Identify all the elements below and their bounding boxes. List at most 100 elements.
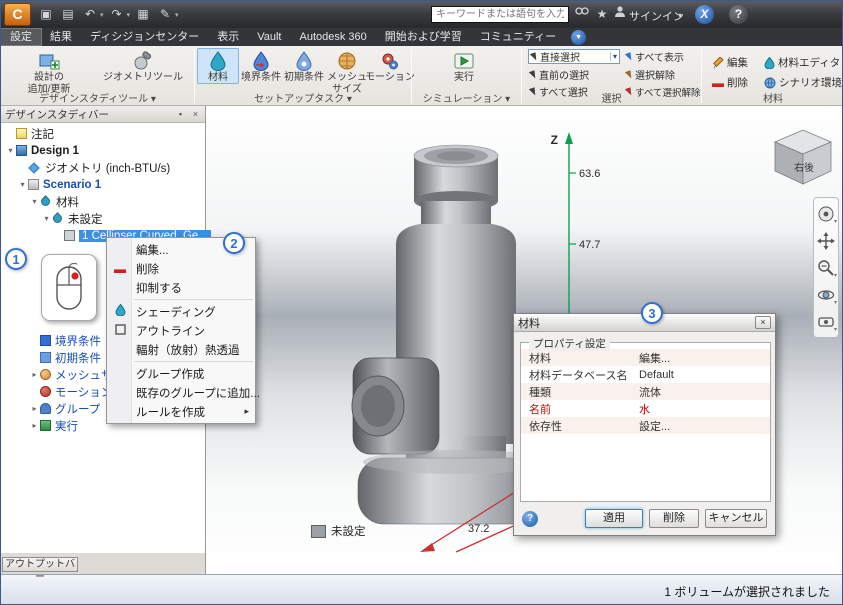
dialog-help-icon[interactable]: ? <box>522 511 538 527</box>
application-menu-button[interactable]: C <box>4 3 31 26</box>
menu-separator <box>134 361 253 362</box>
delete-material-button[interactable]: ▬ 削除 <box>712 75 748 90</box>
menu-item-suppress[interactable]: 抑制する <box>107 278 255 297</box>
view-cube[interactable]: 右後 <box>767 121 839 193</box>
close-panel-icon[interactable]: × <box>190 109 201 119</box>
apply-button[interactable]: 適用 <box>585 509 643 528</box>
menu-item-add-to-existing-group[interactable]: 既存のグループに追加... <box>107 383 260 402</box>
open-icon[interactable]: ▤ <box>59 5 77 24</box>
boundary-conditions-tree-icon <box>40 335 51 346</box>
previous-selection-button[interactable]: 直前の選択 <box>528 67 589 82</box>
property-row-database[interactable]: 材料データベース名 Default <box>521 366 770 383</box>
name-value[interactable]: 水 <box>639 401 650 417</box>
mesh-size-button[interactable]: メッシュ サイズ <box>326 48 368 96</box>
user-icon[interactable] <box>611 5 629 24</box>
cancel-button[interactable]: キャンセル <box>705 509 767 528</box>
tab-get-started[interactable]: 開始および学習 <box>376 29 471 45</box>
tab-results[interactable]: 結果 <box>41 29 81 45</box>
view-cube-face-label: 右後 <box>794 161 814 174</box>
boundary-conditions-button[interactable]: 境界条件 <box>240 48 282 84</box>
property-row-dependency[interactable]: 依存性 設定... <box>521 417 770 434</box>
mesh-size-label-1: メッシュ <box>327 72 367 83</box>
print-icon[interactable]: ▦ <box>134 5 152 24</box>
undo-icon[interactable]: ↶ <box>81 5 99 24</box>
undo-dropdown-icon[interactable]: ▾ <box>100 11 104 19</box>
geometry-tools-button[interactable]: ジオメトリツール <box>97 48 189 84</box>
pin-icon[interactable]: ▪ <box>175 109 186 119</box>
z-tick-47: 47.7 <box>579 239 600 251</box>
favorites-star-icon[interactable]: ★ <box>593 5 611 24</box>
save-icon[interactable]: ▣ <box>37 5 55 24</box>
tab-decision-center[interactable]: ディシジョンセンター <box>81 29 208 45</box>
show-all-button[interactable]: すべて表示 <box>624 49 684 64</box>
menu-item-create-group[interactable]: グループ作成 <box>107 364 255 383</box>
tree-item-design-1[interactable]: ▾ Design 1 <box>1 142 78 159</box>
deselect-button[interactable]: 選択解除 <box>624 67 675 82</box>
tree-item-unassigned[interactable]: ▾ 未設定 <box>1 210 103 227</box>
material-editor-button[interactable]: 材料エディタ <box>764 55 840 70</box>
zoom-button[interactable]: ▾ <box>815 255 837 280</box>
menu-item-create-rule[interactable]: ルールを作成 ▸ <box>107 402 255 421</box>
tree-item-scenario-1[interactable]: ▾ Scenario 1 <box>1 176 101 193</box>
tab-view[interactable]: 表示 <box>208 29 248 45</box>
edit-material-button[interactable]: 編集 <box>712 55 748 70</box>
menu-item-radiation-transparency[interactable]: 輻射（放射）熱透過 <box>107 340 255 359</box>
group-label-material[interactable]: 材料 <box>702 90 842 105</box>
help-icon[interactable]: ? <box>729 5 748 24</box>
tab-setup[interactable]: 設定 <box>1 28 42 46</box>
annotate-icon[interactable]: ✎ <box>156 5 174 24</box>
group-label-design-study-tools[interactable]: デザインスタディツール ▾ <box>1 90 194 105</box>
redo-dropdown-icon[interactable]: ▾ <box>127 11 131 19</box>
delete-button[interactable]: 削除 <box>649 509 699 528</box>
redo-icon[interactable]: ↷ <box>108 5 126 24</box>
tree-item-groups[interactable]: ▸ グループ <box>1 400 100 417</box>
orbit-button[interactable]: ▾ <box>815 282 837 307</box>
motion-button[interactable]: モーション <box>365 48 415 84</box>
pan-button[interactable] <box>815 228 837 253</box>
group-label-setup-tasks[interactable]: セットアップタスク ▾ <box>195 90 411 105</box>
tab-vault[interactable]: Vault <box>248 29 290 45</box>
type-value[interactable]: 流体 <box>639 384 661 400</box>
output-bar-button[interactable]: アウトプットバー <box>2 557 78 583</box>
dialog-close-icon[interactable]: × <box>755 316 771 329</box>
scenario-environment-button[interactable]: シナリオ環境 <box>764 75 842 90</box>
dependency-set-link[interactable]: 設定... <box>639 418 670 434</box>
direct-select-combobox[interactable]: 直接選択 ▾ <box>528 49 620 64</box>
exchange-apps-icon[interactable]: X <box>695 5 714 24</box>
navigation-wheel-button[interactable]: ▾ <box>815 201 837 226</box>
tree-item-materials[interactable]: ▾ 材料 <box>1 193 79 210</box>
look-at-button[interactable]: ▾ <box>815 309 837 334</box>
database-value[interactable]: Default <box>639 369 674 381</box>
add-update-design-button[interactable]: 設計の 追加/更新 <box>7 48 91 96</box>
search-input[interactable] <box>431 6 569 23</box>
tree-item-mesh-size[interactable]: ▸ メッシュサ... <box>1 366 122 383</box>
tree-item-run[interactable]: ▸ 実行 <box>1 417 78 434</box>
tab-autodesk-360[interactable]: Autodesk 360 <box>291 29 376 45</box>
property-row-name[interactable]: 名前水 <box>521 400 770 417</box>
material-edit-link[interactable]: 編集... <box>639 350 670 366</box>
signin-dropdown-icon[interactable]: ▾ <box>671 5 689 24</box>
run-simulation-button[interactable]: 実行 <box>440 48 488 84</box>
menu-item-shading[interactable]: シェーディング <box>107 302 255 321</box>
ribbon-overflow-button[interactable]: ▼ <box>571 29 587 45</box>
menu-item-outline[interactable]: アウトライン <box>107 321 255 340</box>
search-icon[interactable] <box>573 5 591 24</box>
groups-tree-icon <box>40 403 51 414</box>
tree-item-initial-conditions[interactable]: 初期条件 <box>1 349 101 366</box>
direct-select-label: 直接選択 <box>540 53 580 64</box>
tree-item-motion[interactable]: モーション <box>1 383 112 400</box>
tree-item-geometry[interactable]: ジオメトリ (inch-BTU/s) <box>1 159 170 176</box>
qat-customize-icon[interactable]: ▾ <box>175 11 179 19</box>
property-row-type[interactable]: 種類 流体 <box>521 383 770 400</box>
material-task-button[interactable]: 材料 <box>197 48 239 84</box>
menu-item-delete[interactable]: ▬ 削除 <box>107 259 255 278</box>
tree-item-boundary-conditions[interactable]: 境界条件 <box>1 332 101 349</box>
group-label-selection[interactable]: 選択 <box>522 90 701 105</box>
part-icon <box>64 230 75 241</box>
property-row-material[interactable]: 材料 編集... <box>521 349 770 366</box>
scenario-environment-label: シナリオ環境 <box>779 77 842 89</box>
tab-community[interactable]: コミュニティー <box>471 29 565 45</box>
initial-conditions-button[interactable]: 初期条件 <box>283 48 325 84</box>
group-label-simulation[interactable]: シミュレーション ▾ <box>412 90 521 105</box>
tree-item-notes[interactable]: 注記 <box>1 125 54 142</box>
